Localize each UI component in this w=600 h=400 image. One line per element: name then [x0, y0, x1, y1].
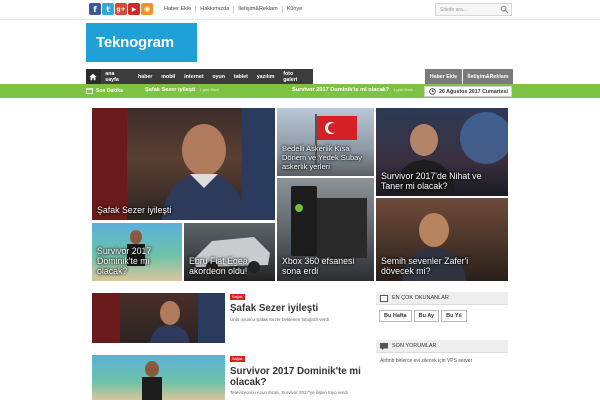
photo-dominik-small	[142, 361, 162, 400]
widget-title: SON YORUMLAR	[392, 343, 437, 349]
top-nav: Haber Ekle Hakkımızda İletişim&Reklam Kü…	[160, 6, 306, 13]
nav-software[interactable]: yazılım	[252, 74, 278, 80]
ticker-item-2[interactable]: Survivor 2017 Dominik'te mi olacak? 1 gün…	[292, 87, 413, 93]
comments-widget: SON YORUMLAR Airbnb birlerce evi silecek…	[376, 340, 508, 370]
search-input[interactable]: Sitede ara...	[435, 3, 512, 16]
search-placeholder: Sitede ara...	[440, 7, 467, 13]
tab-this-year[interactable]: Bu Yıl	[441, 310, 467, 322]
widget-tabs: Bu Hafta Bu Ay Bu Yıl	[376, 310, 508, 322]
nav-home[interactable]: ana sayfa	[101, 71, 134, 83]
featured-tile-ebru[interactable]: Ebru Fiat Egea akordeon oldu!	[184, 223, 275, 281]
site-logo[interactable]: Teknogram	[86, 23, 197, 62]
tile-caption: Şafak Sezer iyileşti	[97, 205, 172, 215]
photo-safak-small	[92, 293, 225, 343]
nav-add-news-button[interactable]: Haber Ekle	[425, 69, 462, 84]
post-title[interactable]: Survivor 2017 Dominik'te mi olacak?	[230, 366, 370, 388]
featured-tile-safak[interactable]: Şafak Sezer iyileşti	[92, 108, 275, 220]
topnav-about[interactable]: Hakkımızda	[195, 6, 233, 13]
nav-mobile[interactable]: mobil	[157, 74, 180, 80]
rss-icon[interactable]: ◉	[141, 3, 153, 15]
popular-widget: EN ÇOK OKUNANLAR Bu Hafta Bu Ay Bu Yıl	[376, 292, 508, 334]
calendar-icon	[86, 87, 93, 94]
search-icon[interactable]	[500, 5, 509, 14]
nav-internet[interactable]: internet	[180, 74, 208, 80]
widget-header: SON YORUMLAR	[376, 340, 508, 353]
tile-caption: Survivor 2017 Dominik'te mi olacak?	[97, 246, 152, 276]
tile-caption: Bedelli Askerlik Kısa Dönem ve Yedek Sub…	[282, 144, 363, 171]
featured-tile-acun[interactable]: Survivor 2017'de Nihat ve Taner mi olaca…	[376, 108, 508, 196]
widget-title: EN ÇOK OKUNANLAR	[392, 295, 449, 301]
nav-tablet[interactable]: tablet	[229, 74, 252, 80]
top-bar: f t g+ ▶ ◉ Haber Ekle Hakkımızda İletişi…	[0, 0, 600, 20]
tile-caption: Ebru Fiat Egea akordeon oldu!	[189, 256, 248, 276]
topnav-imprint[interactable]: Künye	[281, 6, 307, 13]
featured-tile-bedelli[interactable]: Bedelli Askerlik Kısa Dönem ve Yedek Sub…	[277, 108, 374, 176]
tile-caption: Semih sevenler Zafer'i dövecek mi?	[381, 256, 469, 276]
featured-tile-xbox[interactable]: Xbox 360 efsanesi sona erdi	[277, 178, 374, 281]
nav-contact-button[interactable]: İletişim&Reklam	[463, 69, 513, 84]
comment-icon	[380, 342, 388, 350]
tile-caption: Xbox 360 efsanesi sona erdi	[282, 256, 355, 276]
post-title[interactable]: Şafak Sezer iyileşti	[230, 303, 318, 314]
youtube-icon[interactable]: ▶	[128, 3, 140, 15]
comment-entry[interactable]: Airbnb birlerce evi silecek için VPS ser…	[376, 353, 508, 364]
widget-header: EN ÇOK OKUNANLAR	[376, 292, 508, 305]
category-badge[interactable]: Sağlık	[230, 356, 245, 362]
post-description: Ünlü oyuncu Şafak Sezer beklenen fotoğra…	[230, 317, 330, 322]
nav-games[interactable]: oyun	[208, 74, 229, 80]
social-icons: f t g+ ▶ ◉	[89, 3, 153, 15]
ticker-item-1[interactable]: Şafak Sezer iyileşti 1 gün önce	[145, 87, 219, 93]
photo-safak	[92, 108, 275, 220]
topnav-contact[interactable]: İletişim&Reklam	[233, 6, 281, 13]
ticker-label: Son Dakika	[96, 88, 123, 94]
clock-icon	[429, 88, 436, 95]
home-icon[interactable]	[86, 69, 101, 84]
date-display: 26 Ağustos 2017 Cumartesi	[424, 86, 512, 97]
tab-this-month[interactable]: Bu Ay	[413, 310, 440, 322]
featured-tile-dominik[interactable]: Survivor 2017 Dominik'te mi olacak?	[92, 223, 182, 281]
post-thumbnail[interactable]	[92, 293, 225, 343]
breaking-news-ticker: Son Dakika Şafak Sezer iyileşti 1 gün önc…	[0, 84, 600, 98]
twitter-icon[interactable]: t	[102, 3, 114, 15]
chart-icon	[380, 294, 388, 302]
nav-photo-gallery[interactable]: foto galeri	[279, 71, 313, 83]
post-thumbnail[interactable]	[92, 355, 225, 400]
main-nav: ana sayfa haber mobil internet oyun tabl…	[86, 69, 313, 84]
topnav-add-news[interactable]: Haber Ekle	[160, 6, 195, 13]
nav-news[interactable]: haber	[134, 74, 157, 80]
facebook-icon[interactable]: f	[89, 3, 101, 15]
tile-caption: Survivor 2017'de Nihat ve Taner mi olaca…	[381, 171, 482, 191]
category-badge[interactable]: Sağlık	[230, 294, 245, 300]
googleplus-icon[interactable]: g+	[115, 3, 127, 15]
post-description: Televizyoncu Acun Ilıcalı, Survivor 2017…	[230, 390, 348, 395]
featured-tile-semih[interactable]: Semih sevenler Zafer'i dövecek mi?	[376, 198, 508, 281]
date-text: 26 Ağustos 2017 Cumartesi	[439, 88, 508, 95]
tab-this-week[interactable]: Bu Hafta	[379, 310, 412, 322]
